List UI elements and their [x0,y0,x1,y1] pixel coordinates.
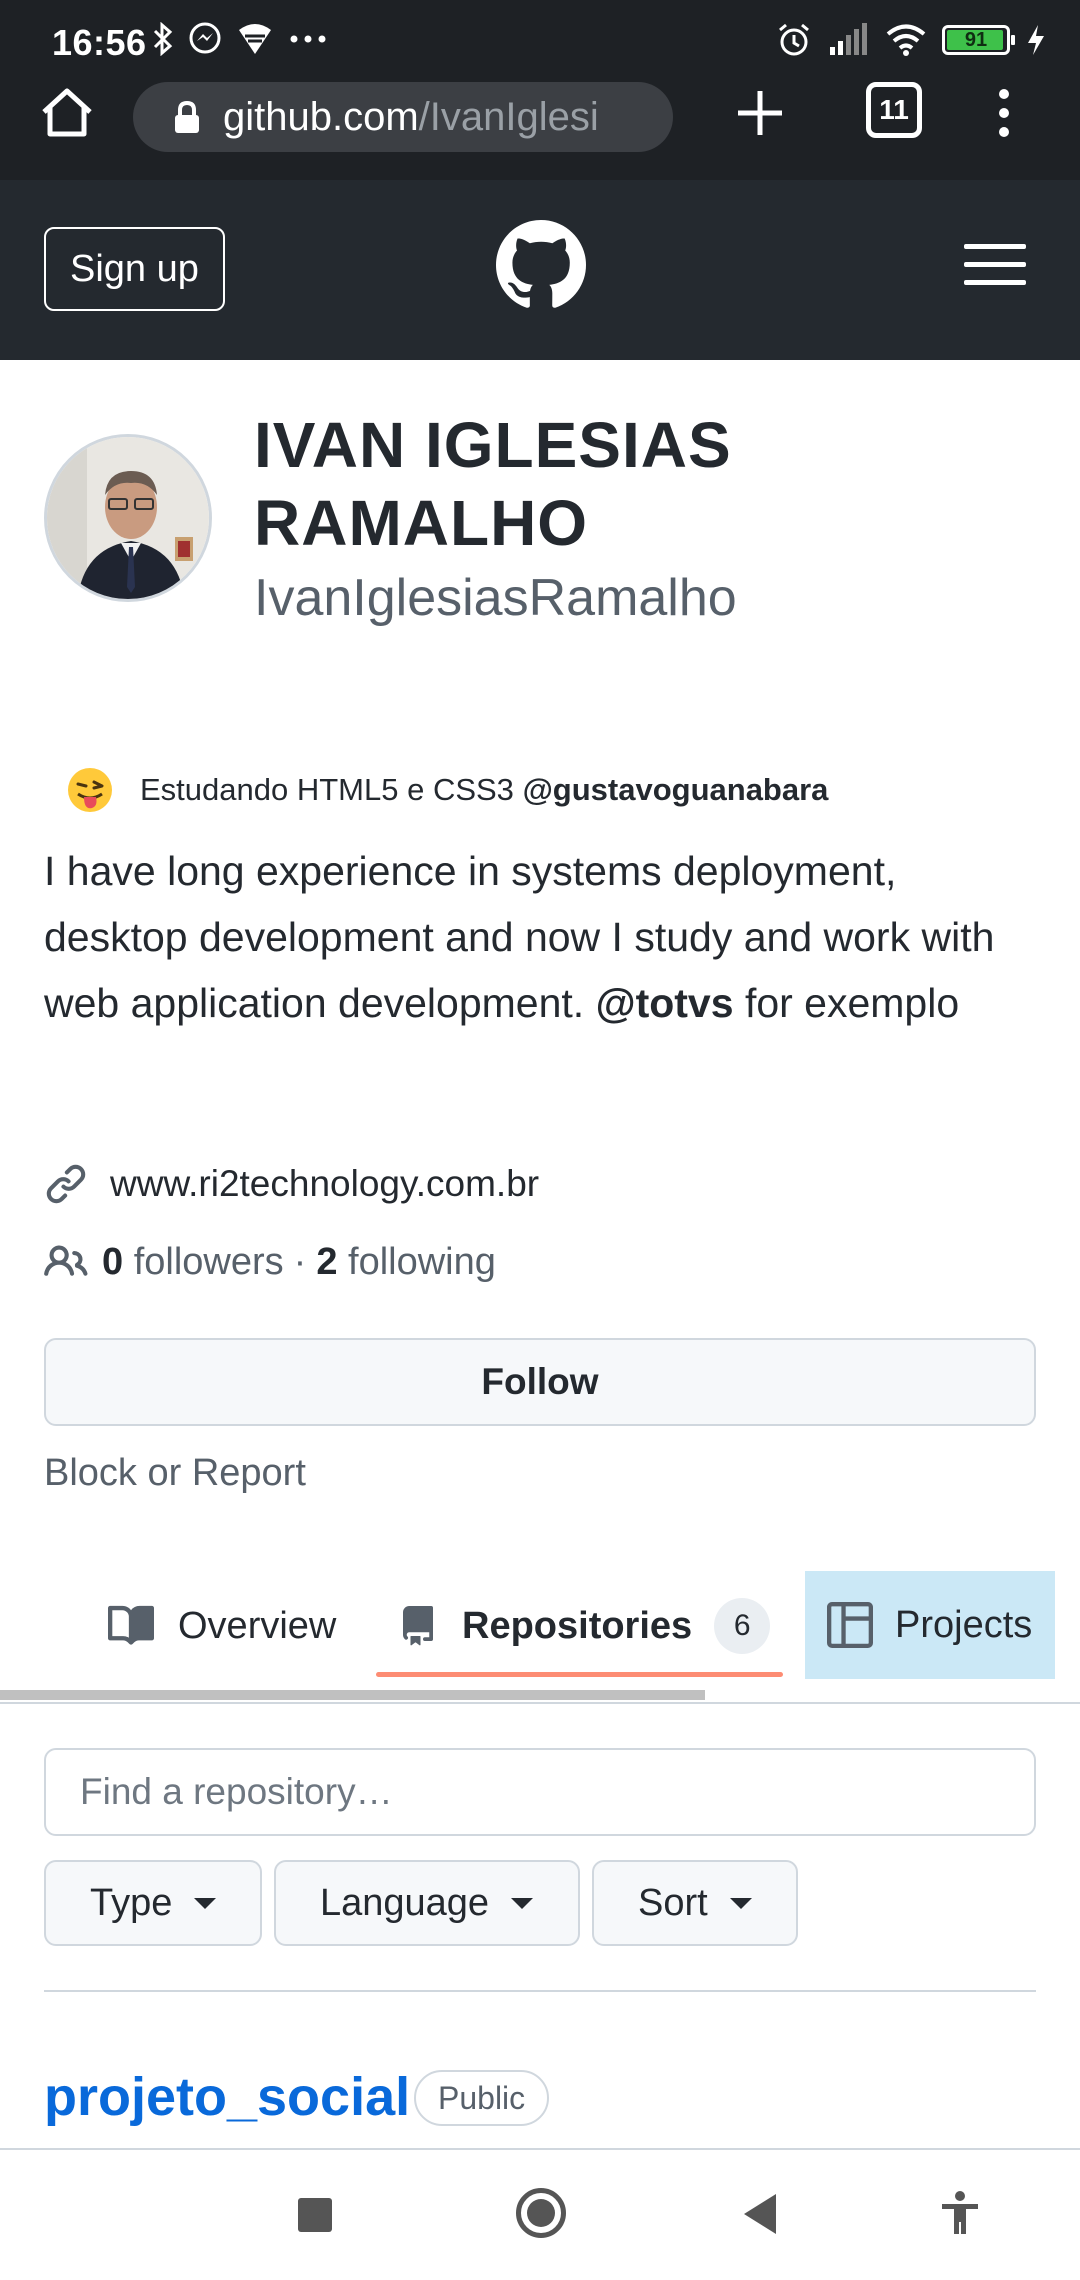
back-button[interactable] [744,2194,776,2234]
fullname-line-2: RAMALHO [254,487,589,559]
tab-projects[interactable]: Projects [805,1571,1055,1679]
language-filter-dropdown[interactable]: Language [274,1860,580,1946]
sort-label: Sort [638,1881,708,1924]
followers-row: 0 followers · 2 following [44,1240,496,1284]
avatar[interactable] [44,434,212,602]
follow-button[interactable]: Follow [44,1338,1036,1426]
followers-label: followers [133,1240,284,1283]
accessibility-icon[interactable] [940,2190,980,2236]
people-icon [44,1245,88,1276]
following-count: 2 [316,1240,338,1283]
bio-text-end: for exemplo [744,980,960,1026]
language-filter-label: Language [320,1881,490,1924]
recents-button[interactable] [298,2198,332,2232]
tab-projects-label: Projects [895,1603,1033,1646]
url-text: github.com/IvanIglesi [223,95,599,140]
type-filter-label: Type [90,1881,173,1924]
following-label: following [348,1240,496,1283]
hamburger-menu-icon[interactable] [964,242,1026,288]
fullname-line-1: IVAN IGLESIAS [254,409,732,481]
avatar-photo [47,437,209,599]
system-nav-bar [0,2150,1080,2280]
profile-username: IvanIglesiasRamalho [254,569,737,627]
messenger-icon [189,22,221,54]
block-or-report-link[interactable]: Block or Report [44,1452,306,1495]
github-logo-icon[interactable] [496,220,586,310]
project-table-icon [827,1602,873,1648]
url-host: github.com [223,94,419,139]
status-mention-link[interactable]: @gustavoguanabara [523,772,829,807]
signal-icon [830,23,867,55]
status-right-icons: 91 [776,22,1046,58]
new-tab-icon[interactable] [736,82,784,144]
signup-button[interactable]: Sign up [44,227,225,311]
wifi-icon [886,24,926,56]
active-tab-indicator [376,1672,783,1677]
alarm-icon [779,23,809,56]
bluetooth-icon [153,22,173,56]
vpn-wifi-icon [239,24,271,54]
battery-level: 91 [964,28,988,51]
browser-toolbar: github.com/IvanIglesi 11 [0,82,1080,180]
caret-down-icon [729,1897,752,1909]
profile-bio: I have long experience in systems deploy… [44,838,1044,1036]
more-menu-icon[interactable] [984,82,1024,144]
divider [44,1990,1036,1992]
battery-icon: 91 [942,25,1015,55]
type-filter-dropdown[interactable]: Type [44,1860,262,1946]
separator-dot: · [293,1240,307,1283]
repositories-counter: 6 [714,1598,771,1654]
followers-count: 0 [102,1240,124,1283]
tab-overview[interactable]: Overview [108,1570,336,1682]
tab-repositories-label: Repositories [462,1604,693,1647]
tab-scrollbar[interactable] [0,1690,705,1700]
find-repository-input[interactable] [44,1748,1036,1836]
caret-down-icon [194,1897,217,1909]
caret-down-icon [511,1897,534,1909]
visibility-badge: Public [414,2070,550,2126]
address-bar[interactable]: github.com/IvanIglesi [133,82,673,152]
lock-icon [175,100,199,133]
status-bar: 16:56 91 [0,0,1080,82]
status-message: Estudando HTML5 e CSS3 [140,772,514,807]
status-left-icons [152,22,328,56]
website-link[interactable]: www.ri2technology.com.br [110,1163,539,1205]
tab-switcher-button[interactable]: 11 [866,82,922,138]
status-time: 16:56 [52,22,147,63]
sort-dropdown[interactable]: Sort [592,1860,798,1946]
website-row: www.ri2technology.com.br [44,1162,539,1206]
winking-tongue-emoji-icon [68,768,112,812]
link-icon [46,1164,86,1204]
profile-fullname: IVAN IGLESIAS RAMALHO [254,406,732,562]
home-button[interactable] [516,2188,566,2238]
repo-name-link[interactable]: projeto_social [44,2066,410,2128]
following-link[interactable]: 2 following [316,1241,496,1284]
bio-mention-link[interactable]: @totvs [596,980,734,1026]
book-icon [108,1605,154,1645]
user-status[interactable]: Estudando HTML5 e CSS3 @gustavoguanabara [66,766,828,814]
home-icon[interactable] [36,82,98,144]
charging-icon [1028,25,1044,55]
tab-overview-label: Overview [178,1604,337,1647]
github-header: Sign up [0,180,1080,360]
more-dots-icon [290,35,326,43]
followers-link[interactable]: 0 followers [102,1241,284,1284]
tab-repositories[interactable]: Repositories 6 [398,1570,771,1682]
status-text: Estudando HTML5 e CSS3 @gustavoguanabara [140,772,828,808]
url-path: /IvanIglesi [418,94,599,139]
repo-icon [403,1606,433,1646]
